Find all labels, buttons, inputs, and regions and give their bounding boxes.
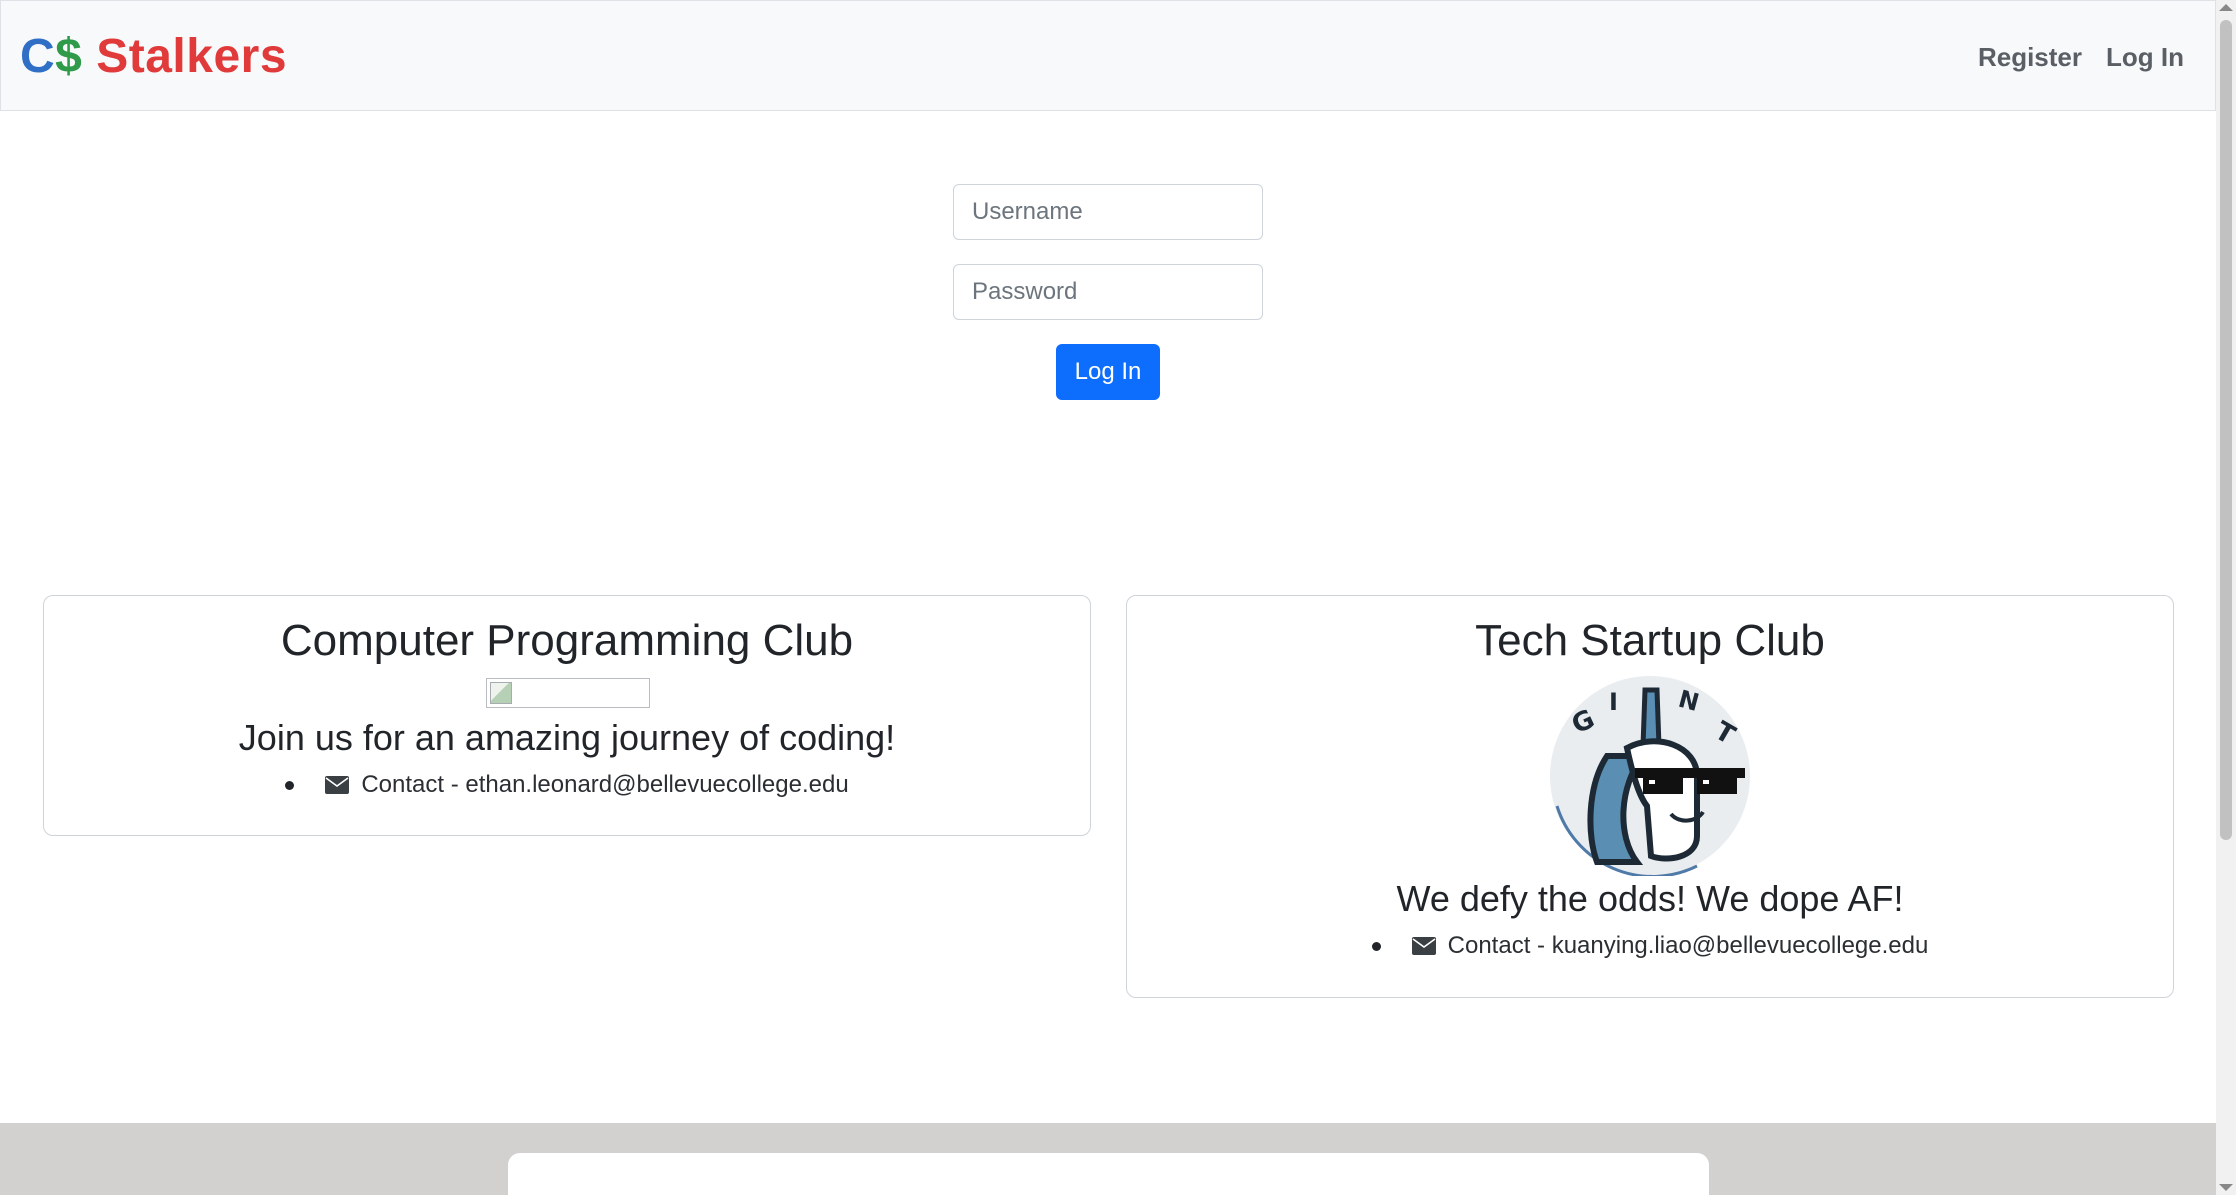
contact-list: Contact - kuanying.liao@bellevuecollege.…	[1127, 929, 2173, 963]
club-tagline: We defy the odds! We dope AF!	[1396, 878, 1904, 919]
login-form: Log In	[953, 184, 1263, 400]
scroll-up-icon[interactable]	[2219, 4, 2233, 11]
scrollbar-thumb[interactable]	[2220, 20, 2232, 840]
club-title: Computer Programming Club	[280, 616, 854, 665]
contact-item: Contact - kuanying.liao@bellevuecollege.…	[1371, 929, 1929, 963]
broken-image-icon	[486, 678, 650, 708]
club-card-programming: Computer Programming Club Join us for an…	[43, 595, 1091, 836]
bullet-icon	[285, 780, 295, 790]
password-input[interactable]	[953, 264, 1263, 320]
unicorn-logo-icon: G I N T	[1550, 676, 1750, 876]
club-tagline: Join us for an amazing journey of coding…	[238, 717, 896, 758]
nav-links: Register Log In	[1978, 37, 2184, 77]
vertical-scrollbar[interactable]	[2216, 0, 2236, 1195]
navbar: C$ Stalkers Register Log In	[0, 0, 2216, 111]
contact-text[interactable]: Contact - kuanying.liao@bellevuecollege.…	[1448, 929, 1929, 963]
club-card-startup: Tech Startup Club G I N T We defy the od…	[1126, 595, 2174, 998]
brand-logo[interactable]: C$ Stalkers	[20, 27, 287, 87]
footer-card	[508, 1153, 1709, 1195]
username-input[interactable]	[953, 184, 1263, 240]
contact-list: Contact - ethan.leonard@bellevuecollege.…	[44, 768, 1090, 802]
footer-band	[0, 1123, 2216, 1195]
envelope-icon	[325, 776, 350, 794]
login-button[interactable]: Log In	[1056, 344, 1160, 400]
svg-text:I: I	[1609, 688, 1618, 716]
brand-name: Stalkers	[82, 30, 288, 83]
page: C$ Stalkers Register Log In Log In Compu…	[0, 0, 2216, 1195]
envelope-icon	[1411, 937, 1436, 955]
login-link[interactable]: Log In	[2106, 37, 2184, 77]
scroll-down-icon[interactable]	[2219, 1184, 2233, 1191]
contact-text[interactable]: Contact - ethan.leonard@bellevuecollege.…	[361, 768, 848, 802]
contact-item: Contact - ethan.leonard@bellevuecollege.…	[285, 768, 849, 802]
club-title: Tech Startup Club	[1475, 616, 1825, 665]
register-link[interactable]: Register	[1978, 37, 2082, 77]
brand-c: C	[20, 30, 56, 83]
bullet-icon	[1371, 941, 1381, 951]
brand-dollar: $	[55, 30, 83, 83]
